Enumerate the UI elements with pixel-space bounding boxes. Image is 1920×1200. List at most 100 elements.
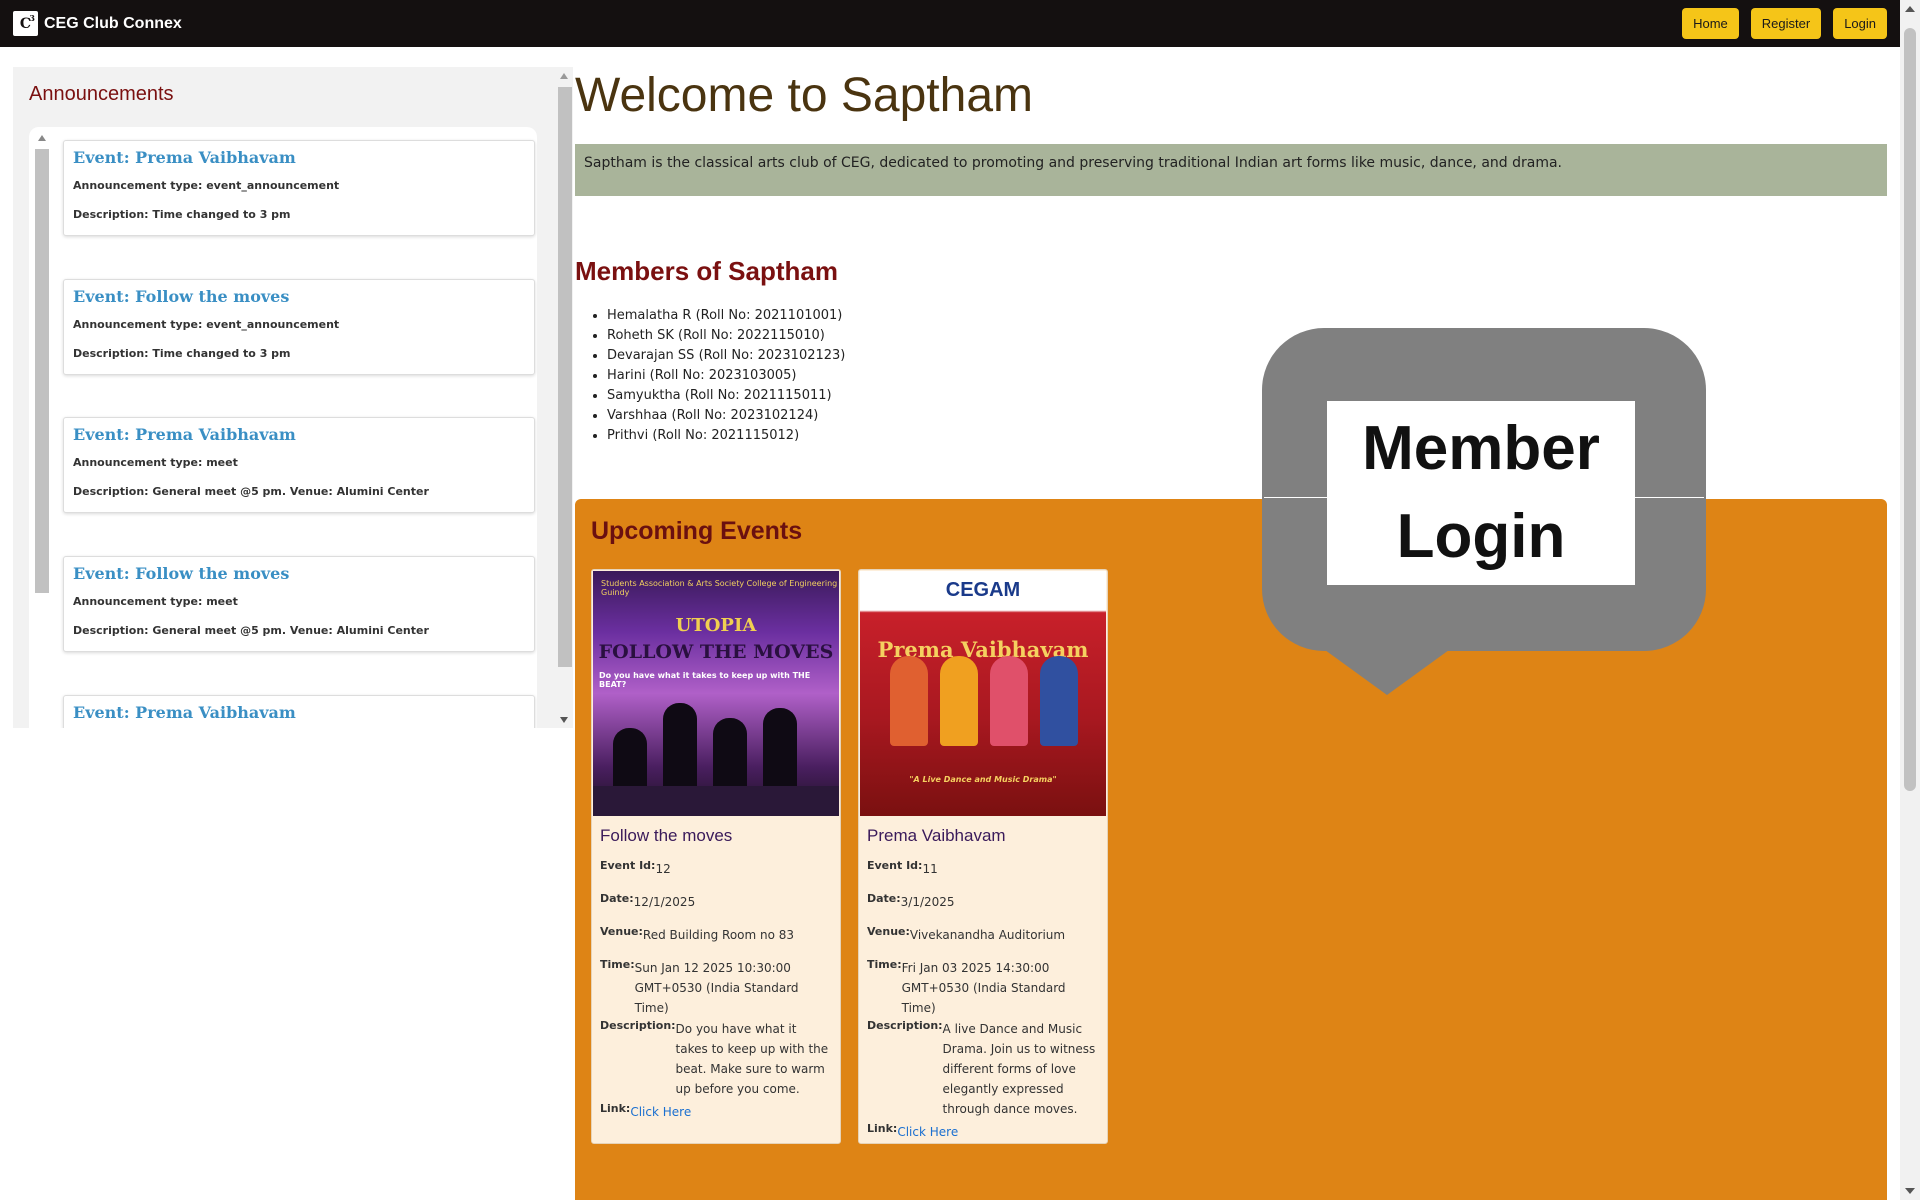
members-title: Members of Saptham xyxy=(575,256,838,286)
announcement-description: Description: Time changed to 3 pm xyxy=(73,347,291,360)
event-date: 3/1/2025 xyxy=(900,895,955,909)
poster-header: CEGAM xyxy=(945,579,1021,601)
dancer-silhouette xyxy=(713,718,747,788)
announcement-description: Description: General meet @5 pm. Venue: … xyxy=(73,485,429,498)
list-item: Devarajan SS (Roll No: 2023102123) xyxy=(607,348,845,368)
page-title: Welcome to Saptham xyxy=(575,69,1033,122)
event-poster: Students Association & Arts Society Coll… xyxy=(593,571,839,816)
page-scrollbar[interactable] xyxy=(1900,0,1920,1200)
list-item: Varshhaa (Roll No: 2023102124) xyxy=(607,408,845,428)
event-venue: Red Building Room no 83 xyxy=(642,928,795,942)
scroll-down-arrow-icon[interactable] xyxy=(560,717,568,723)
announcement-card: Event: Follow the moves Announcement typ… xyxy=(63,279,535,375)
bubble-tail xyxy=(1325,650,1449,695)
event-date-row: Date: 3/1/2025 xyxy=(867,891,1099,912)
scroll-up-arrow-icon[interactable] xyxy=(1905,6,1915,12)
event-date: 12/1/2025 xyxy=(633,895,696,909)
label: Link: xyxy=(600,1102,631,1115)
brand-name: CEG Club Connex xyxy=(44,14,182,32)
event-description: A live Dance and Music Drama. Join us to… xyxy=(942,1022,1096,1116)
scrollbar-thumb[interactable] xyxy=(35,149,49,593)
performer-figure xyxy=(1040,656,1078,746)
announcement-title: Event: Follow the moves xyxy=(73,287,290,306)
label: Link: xyxy=(867,1122,898,1135)
club-description: Saptham is the classical arts club of CE… xyxy=(575,144,1887,196)
announcement-type: Announcement type: event_announcement xyxy=(73,318,340,331)
announcements-panel: Announcements Event: Prema Vaibhavam Ann… xyxy=(13,67,573,728)
scrollbar-thumb[interactable] xyxy=(1904,28,1916,791)
poster-header: Students Association & Arts Society Coll… xyxy=(601,579,838,597)
event-link[interactable]: Click Here xyxy=(897,1122,958,1142)
label: Venue: xyxy=(600,925,643,938)
scrollbar-thumb[interactable] xyxy=(558,87,572,667)
nav-buttons: Home Register Login xyxy=(1682,8,1887,39)
event-id-row: Event Id: 11 xyxy=(867,858,1099,879)
brand[interactable]: C 3 CEG Club Connex xyxy=(13,11,182,36)
label: Date: xyxy=(867,892,901,905)
poster-headline: FOLLOW THE MOVES xyxy=(598,641,834,663)
performer-figure xyxy=(940,656,978,746)
home-button[interactable]: Home xyxy=(1682,8,1739,39)
announcement-type: Announcement type: meet xyxy=(73,456,238,469)
member-login-button[interactable]: Member Login xyxy=(1327,401,1635,585)
label: Date: xyxy=(600,892,634,905)
announcements-title: Announcements xyxy=(29,83,174,105)
announcement-title: Event: Follow the moves xyxy=(73,564,290,583)
poster-footer xyxy=(593,786,839,816)
announcement-description: Description: General meet @5 pm. Venue: … xyxy=(73,624,429,637)
event-time: Sun Jan 12 2025 10:30:00 GMT+0530 (India… xyxy=(634,961,799,1015)
announcement-card: Event: Prema Vaibhavam Announcement type… xyxy=(63,417,535,513)
events-title: Upcoming Events xyxy=(591,517,803,545)
event-card: CEGAM Prema Vaibhavam "A Live Dance and … xyxy=(858,569,1108,1144)
poster-tagline: "A Live Dance and Music Drama" xyxy=(909,775,1057,784)
announcement-title: Event: Prema Vaibhavam xyxy=(73,425,296,444)
login-button[interactable]: Login xyxy=(1833,8,1887,39)
event-venue: Vivekanandha Auditorium xyxy=(909,928,1066,942)
member-login-line2: Login xyxy=(1396,502,1566,571)
event-link-row: Link: Click Here xyxy=(600,1101,832,1122)
list-item: Prithvi (Roll No: 2021115012) xyxy=(607,428,845,448)
announcement-type: Announcement type: meet xyxy=(73,595,238,608)
announcement-title: Event: Prema Vaibhavam xyxy=(73,148,296,167)
label: Time: xyxy=(600,958,635,971)
announcements-outer-scrollbar[interactable] xyxy=(557,71,572,725)
announcement-card: Event: Prema Vaibhavam xyxy=(63,695,535,728)
event-description-row: Description: A live Dance and Music Drama… xyxy=(867,1018,1099,1119)
event-id-row: Event Id: 12 xyxy=(600,858,832,879)
event-card: Students Association & Arts Society Coll… xyxy=(591,569,841,1144)
event-date-row: Date: 12/1/2025 xyxy=(600,891,832,912)
event-name: Prema Vaibhavam xyxy=(867,826,1006,845)
list-item: Hemalatha R (Roll No: 2021101001) xyxy=(607,308,845,328)
member-login-line1: Member xyxy=(1362,414,1600,483)
top-navbar: C 3 CEG Club Connex Home Register Login xyxy=(0,0,1900,47)
event-id: 11 xyxy=(922,862,938,876)
event-description: Do you have what it takes to keep up wit… xyxy=(675,1022,829,1096)
event-venue-row: Venue: Vivekanandha Auditorium xyxy=(867,924,1099,945)
announcement-type: Announcement type: event_announcement xyxy=(73,179,340,192)
scroll-up-arrow-icon[interactable] xyxy=(560,73,568,79)
dancer-silhouette xyxy=(663,703,697,788)
label: Description: xyxy=(867,1019,943,1032)
performer-figure xyxy=(990,656,1028,746)
list-item: Samyuktha (Roll No: 2021115011) xyxy=(607,388,845,408)
event-description-row: Description: Do you have what it takes to… xyxy=(600,1018,832,1099)
list-item: Roheth SK (Roll No: 2022115010) xyxy=(607,328,845,348)
event-time-row: Time: Fri Jan 03 2025 14:30:00 GMT+0530 (… xyxy=(867,957,1099,1018)
performer-figure xyxy=(890,656,928,746)
list-item: Harini (Roll No: 2023103005) xyxy=(607,368,845,388)
label: Event Id: xyxy=(600,859,656,872)
scroll-up-arrow-icon[interactable] xyxy=(38,135,46,141)
announcement-card: Event: Prema Vaibhavam Announcement type… xyxy=(63,140,535,236)
announcements-list[interactable]: Event: Prema Vaibhavam Announcement type… xyxy=(29,127,537,728)
register-button[interactable]: Register xyxy=(1750,8,1822,39)
members-list: Hemalatha R (Roll No: 2021101001) Roheth… xyxy=(607,308,845,448)
dancer-silhouette xyxy=(613,728,647,788)
scroll-down-arrow-icon[interactable] xyxy=(1905,1188,1915,1194)
event-time: Fri Jan 03 2025 14:30:00 GMT+0530 (India… xyxy=(901,961,1066,1015)
announcements-inner-scrollbar[interactable] xyxy=(31,127,49,728)
brand-logo-icon: C 3 xyxy=(13,11,38,36)
event-id: 12 xyxy=(655,862,671,876)
label: Time: xyxy=(867,958,902,971)
announcement-title: Event: Prema Vaibhavam xyxy=(73,703,296,722)
event-link[interactable]: Click Here xyxy=(630,1102,691,1122)
